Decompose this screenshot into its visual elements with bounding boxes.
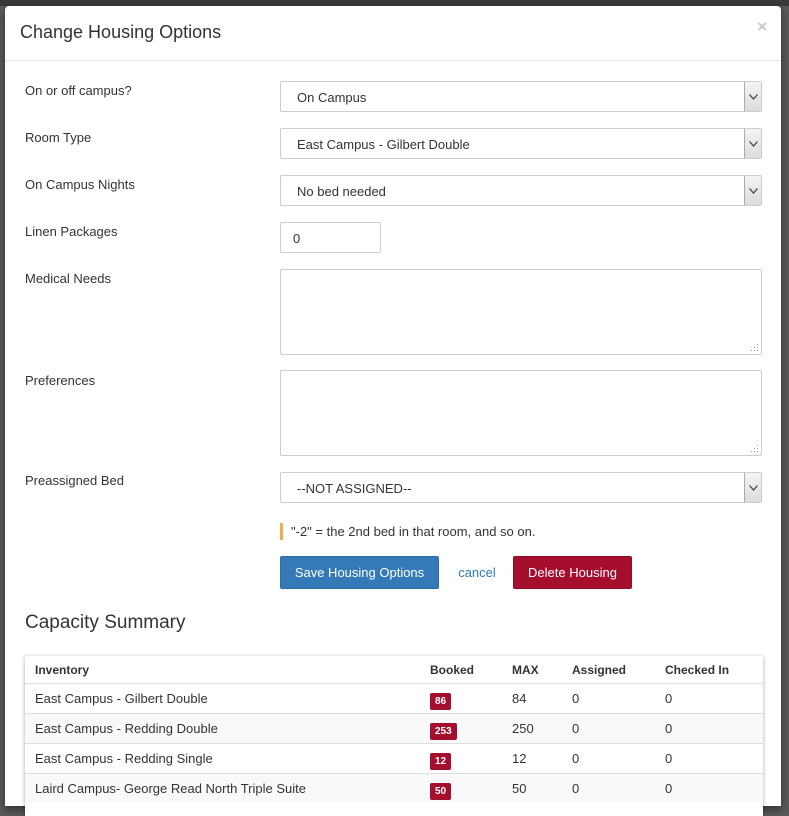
room-type-select[interactable]: East Campus - Gilbert Double xyxy=(280,128,762,159)
delete-housing-button[interactable]: Delete Housing xyxy=(513,556,632,589)
column-header-booked: Booked xyxy=(430,662,475,677)
chevron-down-icon xyxy=(744,473,761,502)
medical-label: Medical Needs xyxy=(25,271,111,286)
modal-header: Change Housing Options × xyxy=(5,6,781,61)
column-header-inventory: Inventory xyxy=(35,662,90,677)
capacity-table-panel: Inventory Booked MAX Assigned Checked In… xyxy=(25,656,763,816)
checked-in-cell: 0 xyxy=(655,713,763,744)
inventory-cell: East Campus - Redding Single xyxy=(25,743,420,774)
campus-label: On or off campus? xyxy=(25,83,132,98)
chevron-down-icon xyxy=(744,129,761,158)
inventory-cell: East Campus - Gilbert Double xyxy=(25,683,420,714)
close-icon[interactable]: × xyxy=(757,18,767,35)
chevron-down-icon xyxy=(744,176,761,205)
booked-badge: 12 xyxy=(430,752,452,770)
room-type-label: Room Type xyxy=(25,130,92,145)
medical-textarea[interactable] xyxy=(280,269,762,355)
column-header-checked-in: Checked In xyxy=(665,662,730,677)
linen-input-value: 0 xyxy=(293,231,301,246)
nights-select[interactable]: No bed needed xyxy=(280,175,762,206)
checked-in-cell: 0 xyxy=(655,743,763,774)
bed-label: Preassigned Bed xyxy=(25,473,125,488)
max-cell: 12 xyxy=(502,743,562,774)
chevron-down-icon xyxy=(744,82,761,111)
assigned-cell: 0 xyxy=(562,743,655,774)
modal-title: Change Housing Options xyxy=(20,22,222,42)
bed-select-value: --NOT ASSIGNED-- xyxy=(297,481,412,496)
column-header-assigned: Assigned xyxy=(572,662,627,677)
table-header-row: Inventory Booked MAX Assigned Checked In xyxy=(25,656,763,684)
save-housing-button[interactable]: Save Housing Options xyxy=(280,556,439,589)
booked-cell: 86 xyxy=(420,683,502,714)
booked-badge: 253 xyxy=(430,722,457,740)
resize-grip-icon[interactable] xyxy=(751,445,759,453)
nights-select-value: No bed needed xyxy=(297,184,386,199)
max-cell: 250 xyxy=(502,713,562,744)
nights-label: On Campus Nights xyxy=(25,177,135,192)
linen-label: Linen Packages xyxy=(25,224,118,239)
preferences-textarea[interactable] xyxy=(280,370,762,456)
capacity-table: Inventory Booked MAX Assigned Checked In… xyxy=(25,656,763,803)
bed-select[interactable]: --NOT ASSIGNED-- xyxy=(280,472,762,503)
booked-cell: 253 xyxy=(420,713,502,744)
campus-select-value: On Campus xyxy=(297,90,367,105)
table-row: East Campus - Redding Single 12 12 0 0 xyxy=(25,743,763,774)
assigned-cell: 0 xyxy=(562,683,655,714)
booked-cell: 12 xyxy=(420,743,502,774)
change-housing-modal: Change Housing Options × On or off campu… xyxy=(5,6,781,816)
max-cell: 84 xyxy=(502,683,562,714)
room-type-select-value: East Campus - Gilbert Double xyxy=(297,137,470,152)
column-header-max: MAX xyxy=(512,662,539,677)
booked-badge: 50 xyxy=(430,782,452,800)
linen-input[interactable]: 0 xyxy=(280,222,381,253)
booked-badge: 86 xyxy=(430,692,452,710)
cancel-button[interactable]: cancel xyxy=(449,556,505,589)
preferences-label: Preferences xyxy=(25,373,96,388)
bed-help-text: "-2" = the 2nd bed in that room, and so … xyxy=(280,523,535,540)
checked-in-cell: 0 xyxy=(655,683,763,714)
capacity-summary-title: Capacity Summary xyxy=(25,612,186,633)
table-row: East Campus - Gilbert Double 86 84 0 0 xyxy=(25,683,763,714)
inventory-cell: East Campus - Redding Double xyxy=(25,713,420,744)
campus-select[interactable]: On Campus xyxy=(280,81,762,112)
assigned-cell: 0 xyxy=(562,713,655,744)
table-row: East Campus - Redding Double 253 250 0 0 xyxy=(25,713,763,744)
resize-grip-icon[interactable] xyxy=(751,344,759,352)
